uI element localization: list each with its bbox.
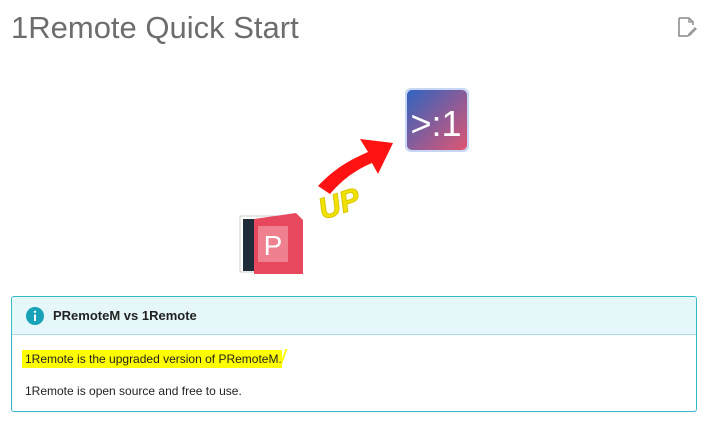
info-icon — [26, 307, 44, 325]
upgrade-illustration: >:1 UP P — [239, 88, 469, 274]
premotem-logo: P — [239, 213, 303, 274]
callout-line-upgraded: 1Remote is the upgraded version of PRemo… — [22, 349, 288, 368]
callout-title: PRemoteM vs 1Remote — [53, 308, 197, 323]
callout-header: PRemoteM vs 1Remote — [12, 297, 696, 335]
callout-line-open-source: 1Remote is open source and free to use. — [25, 384, 242, 398]
1remote-logo: >:1 — [405, 88, 469, 152]
premotem-logo-letter: P — [264, 230, 283, 261]
1remote-logo-text: >:1 — [410, 103, 461, 144]
upgrade-arrow-icon — [318, 139, 393, 194]
highlighted-text: 1Remote is the upgraded version of PRemo… — [22, 350, 282, 368]
info-callout: PRemoteM vs 1Remote 1Remote is the upgra… — [11, 296, 697, 412]
